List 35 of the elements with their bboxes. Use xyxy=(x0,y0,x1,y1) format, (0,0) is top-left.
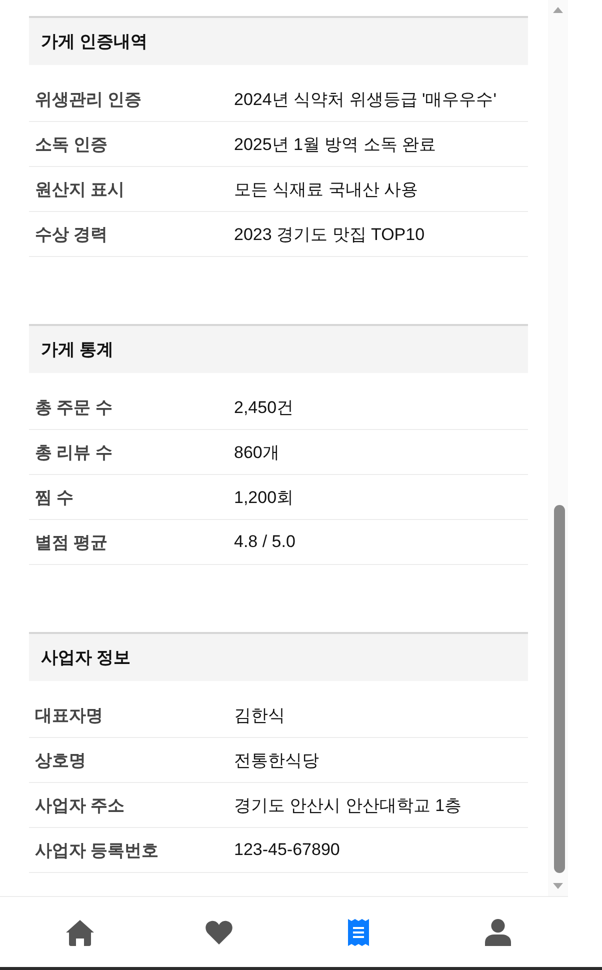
info-label: 원산지 표시 xyxy=(35,178,125,200)
section-header: 가게 통계 xyxy=(29,324,528,373)
section-header: 가게 인증내역 xyxy=(29,16,528,65)
person-icon xyxy=(485,918,512,946)
info-label: 총 리뷰 수 xyxy=(35,442,112,464)
scrollbar-track[interactable] xyxy=(548,0,568,896)
info-value: 2,450건 xyxy=(234,396,294,418)
heart-icon xyxy=(205,920,234,944)
scrollbar-thumb[interactable] xyxy=(554,505,565,873)
info-label: 찜 수 xyxy=(35,486,74,508)
scroll-down-icon[interactable] xyxy=(553,883,563,889)
info-label: 총 주문 수 xyxy=(35,396,112,418)
info-label: 별점 평균 xyxy=(35,532,108,554)
info-label: 위생관리 인증 xyxy=(35,88,142,110)
info-value: 2024년 식약처 위생등급 '매우우수' xyxy=(234,88,496,110)
info-value: 경기도 안산시 안산대학교 1층 xyxy=(234,794,462,816)
info-value: 전통한식당 xyxy=(234,750,319,772)
info-label: 소독 인증 xyxy=(35,134,108,156)
info-value: 모든 식재료 국내산 사용 xyxy=(234,178,418,200)
info-value: 860개 xyxy=(234,442,280,464)
info-value: 2025년 1월 방역 소독 완료 xyxy=(234,134,436,156)
info-value: 4.8 / 5.0 xyxy=(234,532,296,552)
section-header: 사업자 정보 xyxy=(29,632,528,681)
info-label: 사업자 등록번호 xyxy=(35,840,159,862)
info-value: 1,200회 xyxy=(234,486,294,508)
info-value: 김한식 xyxy=(234,704,285,726)
info-value: 123-45-67890 xyxy=(234,840,340,860)
receipt-icon xyxy=(348,918,370,946)
info-label: 대표자명 xyxy=(35,704,103,726)
scroll-up-icon[interactable] xyxy=(553,7,563,13)
info-value: 2023 경기도 맛집 TOP10 xyxy=(234,224,425,246)
info-label: 수상 경력 xyxy=(35,224,108,246)
info-label: 상호명 xyxy=(35,750,86,772)
home-icon xyxy=(64,918,95,946)
info-label: 사업자 주소 xyxy=(35,794,125,816)
